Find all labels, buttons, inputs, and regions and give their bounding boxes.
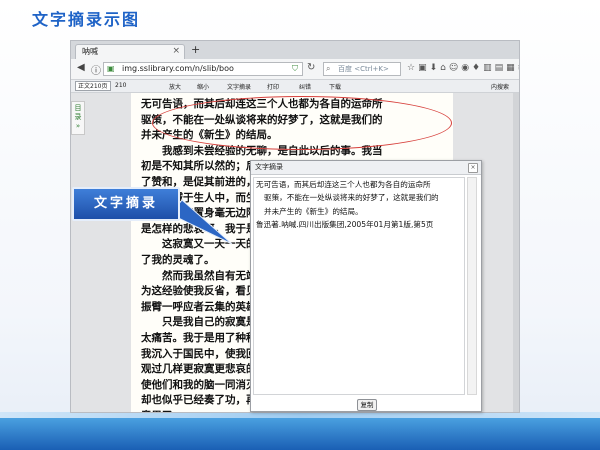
- url-bar[interactable]: ▣ img.sslibrary.com/n/slib/boo ⛉: [103, 62, 303, 76]
- navigation-bar: ◀ ⓘ ▣ img.sslibrary.com/n/slib/boo ⛉ ↻ ⌕…: [71, 59, 519, 80]
- reader-toolbar: 正文210页 210 放大 缩小 文字摘录 打印 纠错 下载 内搜索: [71, 80, 519, 93]
- zoom-out-button[interactable]: 缩小: [197, 82, 209, 91]
- back-icon[interactable]: ◀: [77, 62, 85, 73]
- callout-label: 文字摘录: [72, 187, 180, 221]
- search-placeholder: 百度 <Ctrl+K>: [338, 65, 389, 73]
- citation-line: 鲁迅著.呐喊.四川出版集团,2005年01月第1版,第5页: [256, 220, 434, 230]
- copy-button[interactable]: 复制: [357, 399, 377, 411]
- info-icon[interactable]: ⓘ: [91, 62, 101, 77]
- close-icon[interactable]: ×: [468, 163, 478, 173]
- page-counter[interactable]: 210: [115, 82, 126, 89]
- extracted-text-area[interactable]: 无可告语，而其后却连这三个人也都为各自的运命所 驱策，不能在一处纵谈将来的好梦了…: [253, 177, 465, 395]
- dialog-titlebar: 文字摘录 ×: [251, 161, 481, 175]
- error-correct-button[interactable]: 纠错: [299, 82, 311, 91]
- internal-search-button[interactable]: 内搜索: [491, 82, 509, 91]
- url-text: img.sslibrary.com/n/slib/boo: [122, 64, 234, 73]
- tab-title: 呐喊: [82, 47, 98, 56]
- page-select[interactable]: 正文210页: [75, 81, 111, 91]
- download-button[interactable]: 下载: [329, 82, 341, 91]
- highlight-ellipse: [152, 96, 452, 150]
- dialog-title: 文字摘录: [255, 163, 283, 171]
- page-scrollbar[interactable]: [513, 93, 519, 412]
- toolbar-icons[interactable]: ☆▣⬇⌂☺◉♦▥▤▦≡: [407, 63, 519, 73]
- extracted-line: 无可告语，而其后却连这三个人也都为各自的运命所: [256, 180, 431, 189]
- toc-tab[interactable]: 目录»: [71, 101, 85, 135]
- search-input[interactable]: ⌕ 百度 <Ctrl+K>: [323, 62, 401, 76]
- extracted-line: 驱策，不能在一处纵谈将来的好梦了，这就是我们的: [264, 193, 439, 203]
- text-extract-dialog: 文字摘录 × 无可告语，而其后却连这三个人也都为各自的运命所 驱策，不能在一处纵…: [250, 160, 482, 412]
- slide-title: 文字摘录示图: [32, 10, 141, 29]
- bottom-band: [0, 418, 600, 450]
- toc-label: 目录: [74, 104, 82, 121]
- lock-icon: ▣: [107, 64, 115, 73]
- text-extract-button[interactable]: 文字摘录: [227, 82, 251, 91]
- new-tab-button[interactable]: +: [191, 43, 200, 56]
- search-icon: ⌕: [326, 64, 331, 73]
- browser-tab[interactable]: 呐喊 ×: [75, 44, 185, 59]
- dialog-scrollbar[interactable]: [467, 177, 477, 395]
- reload-icon[interactable]: ↻: [307, 62, 315, 73]
- shield-icon[interactable]: ⛉: [292, 63, 298, 75]
- extracted-line: 并未产生的《新生》的结局。: [264, 206, 363, 216]
- print-button[interactable]: 打印: [267, 82, 279, 91]
- left-sidebar: 目录»: [71, 93, 131, 412]
- tab-bar: 呐喊 × +: [71, 41, 519, 59]
- tab-close-icon[interactable]: ×: [172, 45, 180, 58]
- zoom-in-button[interactable]: 放大: [169, 82, 181, 91]
